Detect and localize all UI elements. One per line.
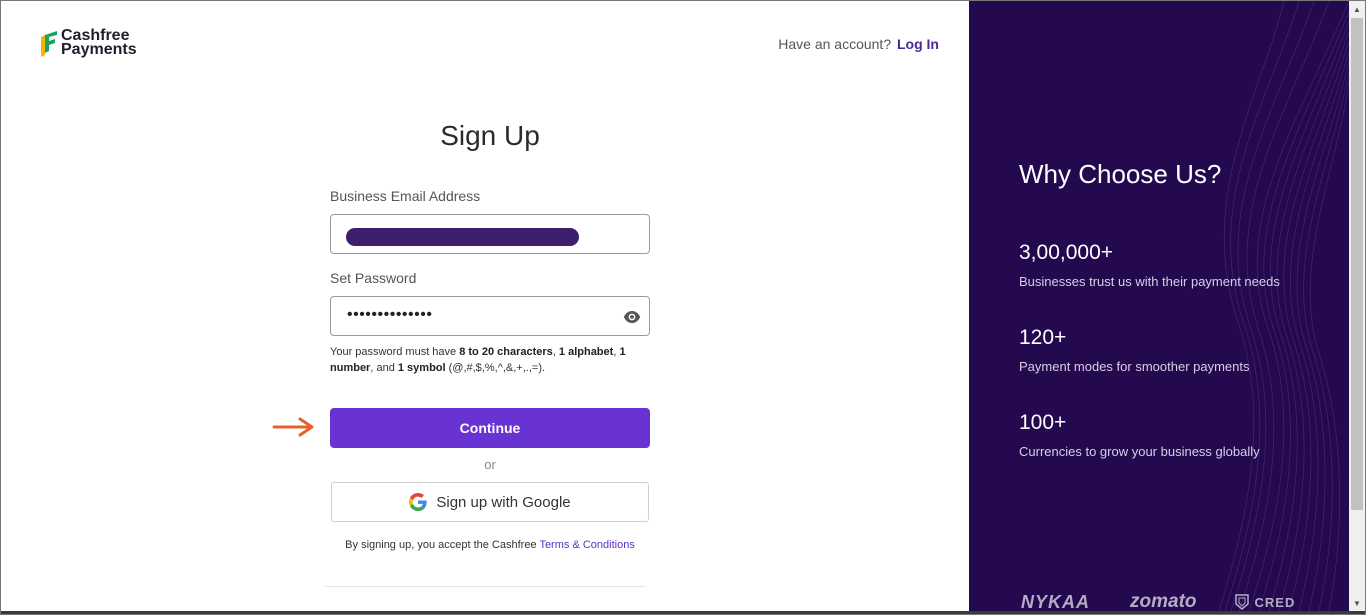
continue-button[interactable]: Continue [330,408,650,448]
have-account-prompt: Have an account? Log In [778,36,939,52]
signup-panel: Cashfree Payments Have an account? Log I… [0,0,969,611]
terms-link[interactable]: Terms & Conditions [539,539,634,551]
eye-icon[interactable] [623,308,641,326]
login-link[interactable]: Log In [897,36,939,52]
why-choose-us-heading: Why Choose Us? [1019,159,1222,189]
terms-prefix: By signing up, you accept the Cashfree [345,539,540,551]
email-label: Business Email Address [330,188,481,204]
google-signup-label: Sign up with Google [436,493,571,511]
stat-value: 3,00,000+ [1019,241,1114,264]
password-hint: Your password must have 8 to 20 characte… [330,346,626,374]
password-label: Set Password [330,270,417,286]
stat-description: Currencies to grow your business globall… [1019,444,1260,459]
terms-notice: By signing up, you accept the Cashfree T… [330,539,650,551]
why-choose-us-panel: Why Choose Us? 3,00,000+ Businesses trus… [969,1,1349,611]
scroll-thumb[interactable] [1351,18,1363,510]
logo-line-2: Payments [61,41,137,58]
cashfree-logo[interactable]: Cashfree Payments [39,28,137,58]
arrow-right-icon [272,417,314,437]
cred-label: CRED [1254,594,1296,610]
email-field[interactable] [330,214,650,254]
vertical-scrollbar[interactable]: ▲ ▼ [1349,1,1365,611]
have-account-text: Have an account? [778,36,892,52]
divider [325,586,645,587]
cred-logo: CRED [1234,594,1296,610]
stat-description: Payment modes for smoother payments [1019,359,1250,374]
cred-shield-icon [1234,594,1249,610]
or-separator: or [484,457,496,472]
stat-payment-modes: 120+ Payment modes for smoother payments [1019,326,1250,374]
email-redacted-value [346,228,579,246]
stat-value: 120+ [1019,326,1067,349]
scroll-down-icon[interactable]: ▼ [1349,595,1365,611]
password-value: •••••••••••••• [347,306,433,323]
zomato-logo: zomato [1130,591,1197,611]
page-title: Sign Up [440,120,540,151]
nykaa-logo: NYKAA [1021,591,1091,612]
wave-lines-decoration [1218,1,1349,611]
taskbar-edge [0,611,1366,615]
stat-value: 100+ [1019,411,1067,434]
brand-logos: NYKAA zomato CRED [1021,591,1311,611]
google-icon [409,493,427,511]
google-signup-button[interactable]: Sign up with Google [331,482,649,522]
stat-businesses: 3,00,000+ Businesses trust us with their… [1019,241,1280,289]
password-field[interactable]: •••••••••••••• [330,296,650,336]
logo-mark-icon [41,31,57,57]
scroll-up-icon[interactable]: ▲ [1349,1,1365,17]
stat-description: Businesses trust us with their payment n… [1019,274,1280,289]
stat-currencies: 100+ Currencies to grow your business gl… [1019,411,1260,459]
